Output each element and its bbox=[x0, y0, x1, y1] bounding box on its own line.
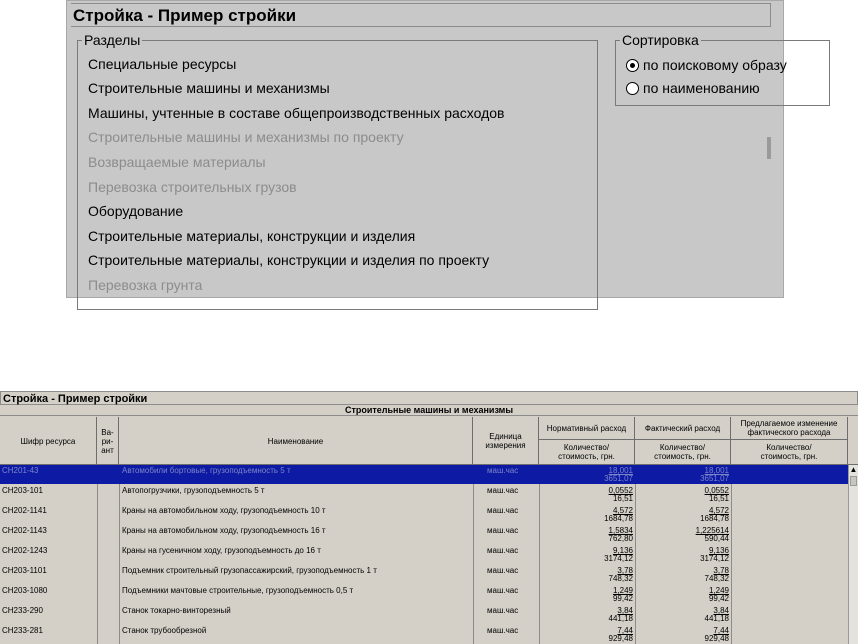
radio-checked-icon[interactable] bbox=[626, 58, 639, 72]
cell-unit: маш.час bbox=[487, 486, 519, 495]
cell-code: СН202-1141 bbox=[2, 506, 47, 515]
scrollbar-thumb[interactable] bbox=[850, 476, 857, 486]
section-item-cargo-transport: Перевозка строительных грузов bbox=[88, 179, 297, 195]
cell-norm-cost: 3651,07 bbox=[604, 474, 633, 483]
table-row[interactable]: СН202-1143 Краны на автомобильном ходу, … bbox=[0, 525, 848, 544]
section-item-returnable-materials: Возвращаемые материалы bbox=[88, 154, 266, 170]
cell-fact-cost: 3651,07 bbox=[700, 474, 729, 483]
table-row[interactable]: СН201-43 Автомобили бортовые, грузоподъе… bbox=[0, 465, 848, 484]
section-item-materials[interactable]: Строительные материалы, конструкции и из… bbox=[88, 227, 415, 245]
sort-option-name[interactable]: по наименованию bbox=[626, 79, 760, 97]
cell-fact-cost: 929,48 bbox=[704, 634, 729, 643]
cell-unit: маш.час bbox=[487, 526, 519, 535]
table-row[interactable]: СН203-101 Автопогрузчики, грузоподъемнос… bbox=[0, 485, 848, 504]
cell-norm-cost: 929,48 bbox=[608, 634, 633, 643]
section-item-overhead-machines[interactable]: Машины, учтенные в составе общепроизводс… bbox=[88, 104, 505, 122]
section-item-special-resources[interactable]: Специальные ресурсы bbox=[88, 55, 236, 73]
header-code: Шифр ресурса bbox=[0, 417, 97, 465]
table-body: СН201-43 Автомобили бортовые, грузоподъе… bbox=[0, 465, 848, 644]
cell-unit: маш.час bbox=[487, 466, 519, 475]
cell-code: СН203-1101 bbox=[2, 566, 47, 575]
cell-name: Подъемник строительный грузопассажирский… bbox=[122, 566, 377, 575]
header-fact: Фактический расход bbox=[635, 417, 731, 439]
cell-code: СН201-43 bbox=[2, 466, 39, 475]
table-caption: Строительные машины и механизмы bbox=[0, 405, 858, 416]
cell-name: Краны на автомобильном ходу, грузоподъем… bbox=[122, 526, 326, 535]
cell-unit: маш.час bbox=[487, 626, 519, 635]
cell-fact-cost: 3174,12 bbox=[700, 554, 729, 563]
sort-option-label: по поисковому образу bbox=[643, 57, 787, 73]
header-variant: Ва- ри- ант bbox=[97, 417, 119, 465]
header-proposed-sub: Количество/ стоимость, грн. bbox=[731, 439, 848, 465]
cell-fact-cost: 748,32 bbox=[704, 574, 729, 583]
cell-fact-cost: 441,18 bbox=[704, 614, 729, 623]
cell-unit: маш.час bbox=[487, 586, 519, 595]
cell-name: Краны на автомобильном ходу, грузоподъем… bbox=[122, 506, 326, 515]
window-title: Стройка - Пример стройки bbox=[0, 391, 858, 405]
cell-code: СН203-101 bbox=[2, 486, 43, 495]
sort-option-label: по наименованию bbox=[643, 80, 760, 96]
header-fact-sub: Количество/ стоимость, грн. bbox=[635, 439, 731, 465]
cell-unit: маш.час bbox=[487, 546, 519, 555]
section-item-materials-by-project[interactable]: Строительные материалы, конструкции и из… bbox=[88, 251, 489, 269]
scroll-up-icon[interactable]: ▲ bbox=[849, 465, 858, 475]
cell-code: СН233-281 bbox=[2, 626, 43, 635]
cell-name: Подъемники мачтовые строительные, грузоп… bbox=[122, 586, 354, 595]
cell-fact-cost: 99,42 bbox=[708, 594, 729, 603]
sections-group-label: Разделы bbox=[82, 31, 143, 49]
cell-name: Станок трубообрезной bbox=[122, 626, 207, 635]
header-name: Наименование bbox=[119, 417, 473, 465]
cell-name: Станок токарно-винторезный bbox=[122, 606, 231, 615]
section-item-construction-machines[interactable]: Строительные машины и механизмы bbox=[88, 79, 330, 97]
cell-norm-cost: 99,42 bbox=[612, 594, 633, 603]
header-norm: Нормативный расход bbox=[539, 417, 635, 439]
table-row[interactable]: СН203-1080 Подъемники мачтовые строитель… bbox=[0, 585, 848, 604]
table-row[interactable]: СН202-1141 Краны на автомобильном ходу, … bbox=[0, 505, 848, 524]
section-item-equipment[interactable]: Оборудование bbox=[88, 202, 183, 220]
cell-fact-cost: 590,44 bbox=[704, 534, 729, 543]
table-row[interactable]: СН202-1243 Краны на гусеничном ходу, гру… bbox=[0, 545, 848, 564]
sections-dialog: Стройка - Пример стройки Разделы Специал… bbox=[66, 0, 830, 310]
cell-norm-cost: 3174,12 bbox=[604, 554, 633, 563]
header-unit: Единица измерения bbox=[473, 417, 539, 465]
cell-code: СН233-290 bbox=[2, 606, 43, 615]
cell-name: Краны на гусеничном ходу, грузоподъемнос… bbox=[122, 546, 321, 555]
table-row[interactable]: СН233-290 Станок токарно-винторезный маш… bbox=[0, 605, 848, 624]
cell-unit: маш.час bbox=[487, 606, 519, 615]
cell-norm-cost: 1684,78 bbox=[604, 514, 633, 523]
section-item-machines-by-project: Строительные машины и механизмы по проек… bbox=[88, 129, 404, 145]
header-proposed: Предлагаемое изменение фактического расх… bbox=[731, 417, 848, 439]
window-title: Стройка - Пример стройки bbox=[71, 3, 771, 27]
table-row[interactable]: СН233-281 Станок трубообрезной маш.час 7… bbox=[0, 625, 848, 644]
vertical-scrollbar[interactable]: ▲ bbox=[848, 465, 858, 644]
cell-code: СН202-1243 bbox=[2, 546, 48, 555]
cell-name: Автопогрузчики, грузоподъемность 5 т bbox=[122, 486, 265, 495]
cell-unit: маш.час bbox=[487, 506, 519, 515]
cell-norm-cost: 16,51 bbox=[612, 494, 633, 503]
cell-unit: маш.час bbox=[487, 566, 519, 575]
sort-group-label: Сортировка bbox=[620, 31, 701, 49]
cell-norm-cost: 441,18 bbox=[608, 614, 633, 623]
sort-option-search-pattern[interactable]: по поисковому образу bbox=[626, 56, 787, 74]
cell-fact-cost: 16,51 bbox=[708, 494, 729, 503]
cell-name: Автомобили бортовые, грузоподъемность 5 … bbox=[122, 466, 291, 475]
section-item-soil-transport: Перевозка грунта bbox=[88, 277, 203, 293]
cell-code: СН203-1080 bbox=[2, 586, 48, 595]
cell-norm-cost: 762,80 bbox=[608, 534, 633, 543]
table-row[interactable]: СН203-1101 Подъемник строительный грузоп… bbox=[0, 565, 848, 584]
header-norm-sub: Количество/ стоимость, грн. bbox=[539, 439, 635, 465]
sections-group: Разделы Специальные ресурсы Строительные… bbox=[77, 31, 598, 310]
cell-fact-cost: 1684,78 bbox=[700, 514, 729, 523]
scrollbar-thumb[interactable] bbox=[767, 137, 771, 159]
header-divider bbox=[539, 439, 848, 440]
cell-code: СН202-1143 bbox=[2, 526, 47, 535]
sort-group: Сортировка по поисковому образу по наиме… bbox=[615, 31, 830, 106]
radio-unchecked-icon[interactable] bbox=[626, 81, 639, 95]
cell-norm-cost: 748,32 bbox=[608, 574, 633, 583]
resources-table-window: Стройка - Пример стройки Строительные ма… bbox=[0, 391, 858, 644]
